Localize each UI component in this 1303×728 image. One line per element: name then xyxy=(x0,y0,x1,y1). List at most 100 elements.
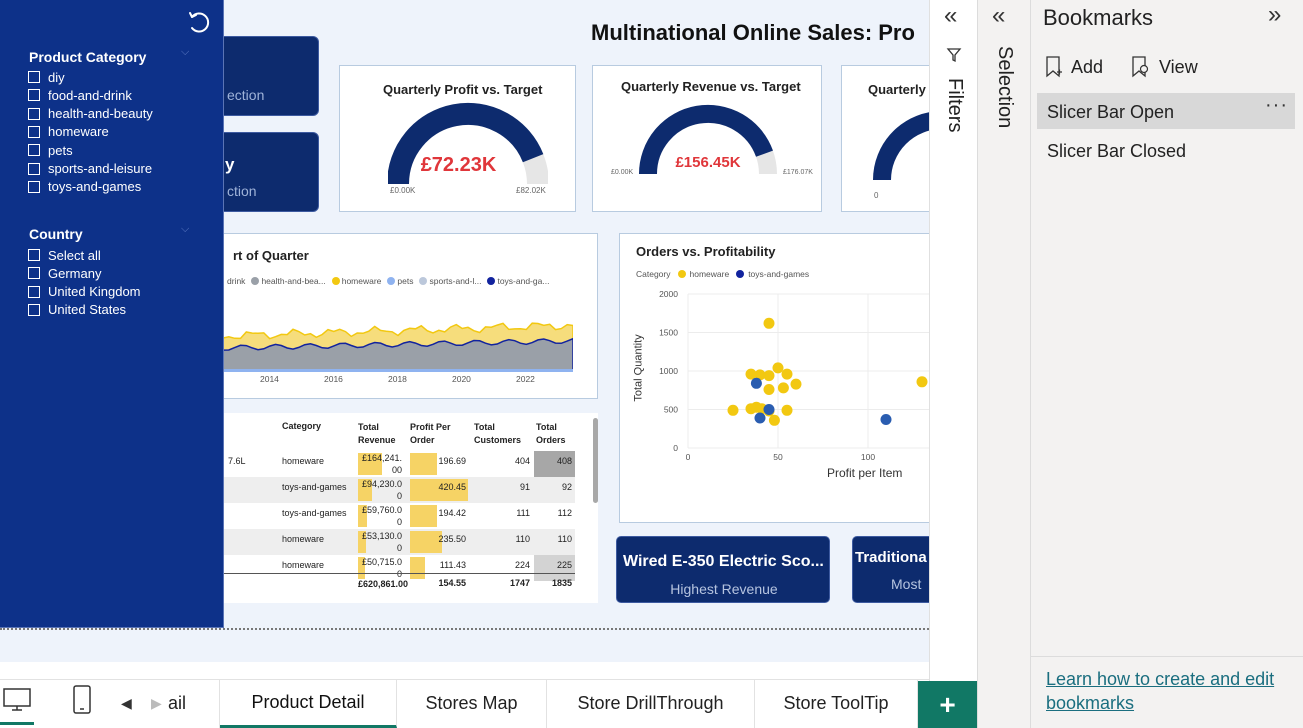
collapse-left-icon[interactable]: « xyxy=(992,2,1005,30)
scatter-point-homeware[interactable] xyxy=(745,403,757,415)
scatter-point-homeware[interactable] xyxy=(763,317,775,329)
chevron-down-icon[interactable]: ⌵ xyxy=(181,223,189,236)
country-option-label: United States xyxy=(48,302,127,318)
scatter-point-toys-and-games[interactable] xyxy=(763,404,775,415)
legend-item[interactable]: homeware xyxy=(331,275,381,287)
col-header-orders[interactable]: Total Orders xyxy=(536,421,576,447)
legend-item[interactable]: health-and-bea... xyxy=(251,275,326,287)
col-header-profit[interactable]: Profit Per Order xyxy=(410,421,466,447)
legend-item[interactable]: toys-and-ga... xyxy=(487,275,549,287)
tab-stores-map[interactable]: Stores Map xyxy=(397,679,547,728)
scatter-point-homeware[interactable] xyxy=(727,404,739,416)
mobile-view-icon[interactable] xyxy=(72,685,92,715)
legend-item[interactable]: sports-and-l... xyxy=(419,275,481,287)
checkbox[interactable] xyxy=(28,303,40,316)
category-option[interactable]: diy xyxy=(28,68,65,86)
legend-dot xyxy=(387,277,396,285)
tab-store-drillthrough[interactable]: Store DrillThrough xyxy=(547,679,755,728)
checkbox[interactable] xyxy=(28,71,40,83)
table-row[interactable]: 7.6L homeware £164,241.00 196.69 404 408 xyxy=(170,451,575,477)
desktop-view-underline xyxy=(0,722,34,725)
scatter-point-homeware[interactable] xyxy=(777,382,789,394)
more-options-icon[interactable]: ··· xyxy=(1265,94,1288,117)
category-cell: toys-and-games xyxy=(282,508,347,518)
col-header-customers[interactable]: Total Customers xyxy=(474,421,530,447)
slicer-category-title: Product Category xyxy=(29,49,147,65)
checkbox[interactable] xyxy=(28,267,40,280)
gauge-card-third[interactable]: Quarterly 0 xyxy=(841,65,929,212)
bookmark-item-selected[interactable]: Slicer Bar Open ··· xyxy=(1037,93,1295,129)
back-icon[interactable] xyxy=(186,9,212,35)
tab-scroll-left-icon[interactable]: ◀ xyxy=(121,695,132,712)
category-option[interactable]: health-and-beauty xyxy=(28,105,153,123)
scatter-point-homeware[interactable] xyxy=(790,378,802,390)
country-option[interactable]: United States xyxy=(28,301,126,319)
category-option[interactable]: homeware xyxy=(28,123,109,141)
checkbox[interactable] xyxy=(28,162,40,175)
checkbox[interactable] xyxy=(28,107,40,120)
bookmark-item[interactable]: Slicer Bar Closed xyxy=(1037,133,1295,169)
kpi-card-highest-revenue[interactable]: Wired E-350 Electric Sco... Highest Reve… xyxy=(616,536,830,603)
bookmark-item-label: Slicer Bar Open xyxy=(1047,102,1175,122)
scatter-point-homeware[interactable] xyxy=(763,384,775,395)
gauge-card-revenue[interactable]: Quarterly Revenue vs. Target £156.45K £0… xyxy=(592,65,822,212)
scatter-point-toys-and-games[interactable] xyxy=(880,414,892,425)
product-table: Category Total Revenue ▼ Profit Per Orde… xyxy=(170,413,598,603)
scatter-point-homeware[interactable] xyxy=(763,370,775,382)
scatter-point-homeware[interactable] xyxy=(781,404,793,416)
category-option[interactable]: toys-and-games xyxy=(28,178,141,196)
scatter-point-toys-and-games[interactable] xyxy=(750,377,762,389)
scatter-point-homeware[interactable] xyxy=(772,362,784,374)
table-row[interactable]: homeware £53,130.00 235.50 110 110 xyxy=(170,529,575,555)
checkbox[interactable] xyxy=(28,144,40,157)
tab-label: Store ToolTip xyxy=(783,693,889,713)
kpi-card-most[interactable]: Traditiona Most xyxy=(852,536,929,603)
table-row[interactable]: toys-and-games £59,760.00 194.42 111 112 xyxy=(170,503,575,529)
col-header-category[interactable]: Category xyxy=(282,421,321,431)
scatter-point-toys-and-games[interactable] xyxy=(754,412,766,424)
profit-cell: 420.45 xyxy=(438,482,466,492)
country-option[interactable]: Germany xyxy=(28,264,101,282)
category-option[interactable]: sports-and-leisure xyxy=(28,160,152,178)
tab-store-tooltip[interactable]: Store ToolTip xyxy=(755,679,918,728)
scatter-point-homeware[interactable] xyxy=(745,368,757,380)
scatter-chart-card[interactable]: Orders vs. Profitability Category homewa… xyxy=(619,233,929,523)
checkbox[interactable] xyxy=(28,125,40,138)
checkbox[interactable] xyxy=(28,249,40,261)
add-page-button[interactable]: + xyxy=(918,681,977,728)
expand-right-icon[interactable]: » xyxy=(1268,1,1281,29)
chevron-down-icon[interactable]: ⌵ xyxy=(181,46,189,59)
x-tick-label: 2020 xyxy=(452,374,471,384)
desktop-view-icon[interactable] xyxy=(2,688,32,712)
x-tick-label: 100 xyxy=(861,452,875,462)
table-scrollbar[interactable] xyxy=(593,418,598,503)
view-bookmark-button[interactable]: View xyxy=(1131,54,1198,80)
x-tick-label: 50 xyxy=(773,452,783,462)
table-row[interactable]: toys-and-games £94,230.00 420.45 91 92 xyxy=(170,477,575,503)
tab-partial[interactable]: ail xyxy=(168,679,220,728)
legend-item[interactable]: pets xyxy=(387,275,413,287)
gauge-card-profit[interactable]: Quarterly Profit vs. Target £72.23K £0.0… xyxy=(339,65,576,212)
area-chart-card[interactable]: rt of Quarter drink health-and-bea... home… xyxy=(170,233,598,399)
filters-pane[interactable]: « Filters xyxy=(929,0,977,728)
tab-scroll-right-icon[interactable]: ▶ xyxy=(151,695,162,712)
checkbox[interactable] xyxy=(28,180,40,193)
scatter-point-homeware[interactable] xyxy=(768,414,780,426)
selection-pane[interactable]: « Selection xyxy=(977,0,1030,728)
checkbox[interactable] xyxy=(28,89,40,102)
collapse-left-icon[interactable]: « xyxy=(944,2,957,30)
scatter-point-homeware[interactable] xyxy=(781,368,793,380)
category-option[interactable]: pets xyxy=(28,141,73,159)
scatter-point-homeware[interactable] xyxy=(916,376,928,388)
tab-label: ail xyxy=(168,693,187,713)
checkbox[interactable] xyxy=(28,285,40,298)
country-option-label: Germany xyxy=(48,265,102,281)
country-option[interactable]: Select all xyxy=(28,246,101,264)
country-option[interactable]: United Kingdom xyxy=(28,283,141,301)
category-option[interactable]: food-and-drink xyxy=(28,86,132,104)
learn-bookmarks-link[interactable]: Learn how to create and edit bookmarks xyxy=(1046,667,1296,715)
add-bookmark-button[interactable]: Add xyxy=(1045,54,1103,80)
tab-product-detail[interactable]: Product Detail xyxy=(220,679,397,728)
total-revenue: £620,861.00 xyxy=(358,579,409,589)
legend-item[interactable]: drink xyxy=(227,275,245,287)
